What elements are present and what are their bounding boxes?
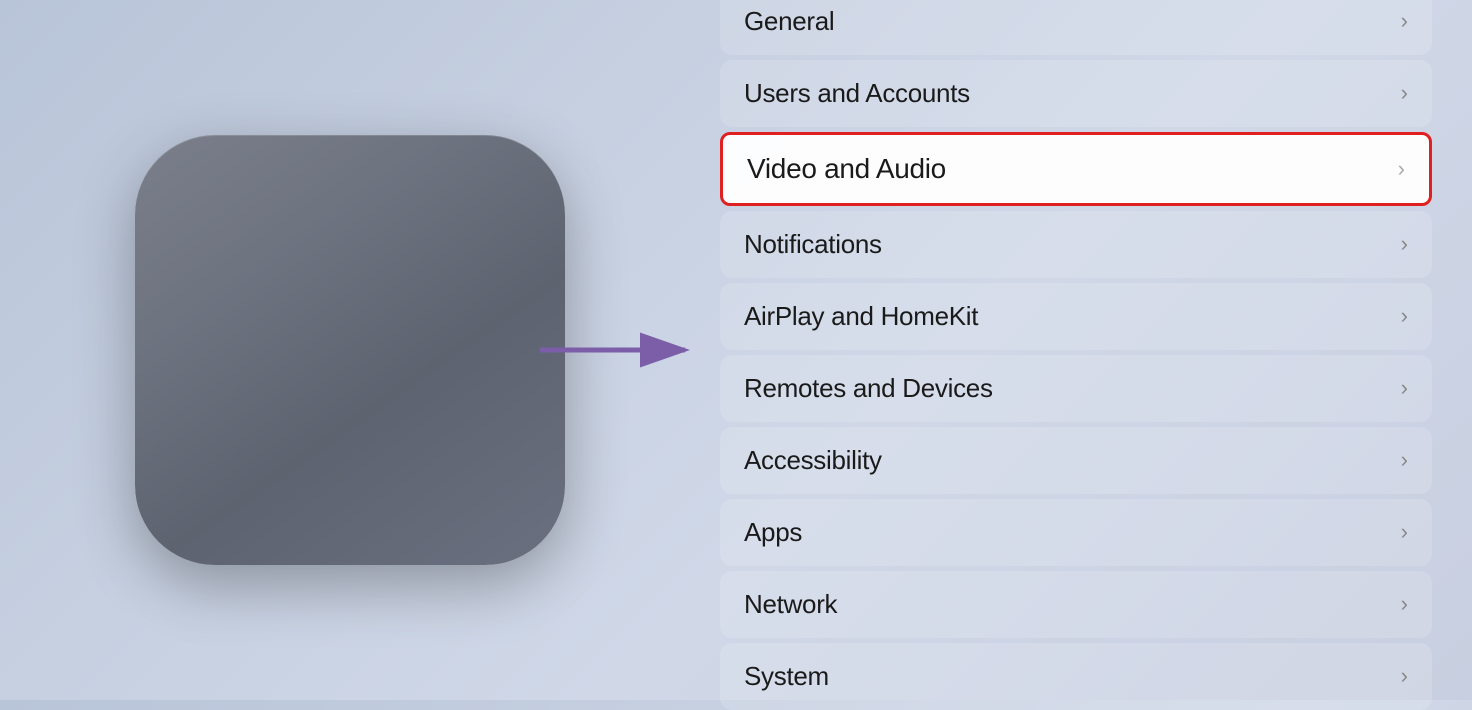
menu-item-label-video-and-audio: Video and Audio (747, 153, 946, 185)
chevron-icon-video-and-audio: › (1398, 156, 1405, 182)
chevron-icon-accessibility: › (1401, 447, 1408, 473)
menu-item-apps[interactable]: Apps › (720, 499, 1432, 566)
menu-item-users-and-accounts[interactable]: Users and Accounts › (720, 60, 1432, 127)
menu-item-notifications[interactable]: Notifications › (720, 211, 1432, 278)
chevron-icon-remotes-and-devices: › (1401, 375, 1408, 401)
left-panel (0, 0, 700, 700)
menu-item-network[interactable]: Network › (720, 571, 1432, 638)
menu-item-system[interactable]: System › (720, 643, 1432, 710)
settings-menu: General›Users and Accounts›Video and Aud… (700, 0, 1472, 700)
chevron-icon-notifications: › (1401, 231, 1408, 257)
menu-item-label-system: System (744, 661, 829, 692)
menu-item-label-airplay-and-homekit: AirPlay and HomeKit (744, 301, 978, 332)
menu-item-label-notifications: Notifications (744, 229, 882, 260)
chevron-icon-system: › (1401, 663, 1408, 689)
menu-item-label-apps: Apps (744, 517, 802, 548)
chevron-icon-users-and-accounts: › (1401, 80, 1408, 106)
menu-item-general[interactable]: General › (720, 0, 1432, 55)
menu-item-accessibility[interactable]: Accessibility › (720, 427, 1432, 494)
menu-item-label-users-and-accounts: Users and Accounts (744, 78, 970, 109)
chevron-icon-apps: › (1401, 519, 1408, 545)
menu-item-label-accessibility: Accessibility (744, 445, 882, 476)
chevron-icon-general: › (1401, 8, 1408, 34)
menu-item-label-general: General (744, 6, 834, 37)
apple-tv-device (135, 135, 565, 565)
menu-item-label-network: Network (744, 589, 837, 620)
menu-item-remotes-and-devices[interactable]: Remotes and Devices › (720, 355, 1432, 422)
chevron-icon-network: › (1401, 591, 1408, 617)
menu-item-video-and-audio[interactable]: Video and Audio › (720, 132, 1432, 206)
chevron-icon-airplay-and-homekit: › (1401, 303, 1408, 329)
arrow-container (540, 325, 700, 375)
pointer-arrow-icon (540, 325, 700, 375)
menu-item-airplay-and-homekit[interactable]: AirPlay and HomeKit › (720, 283, 1432, 350)
menu-item-label-remotes-and-devices: Remotes and Devices (744, 373, 993, 404)
